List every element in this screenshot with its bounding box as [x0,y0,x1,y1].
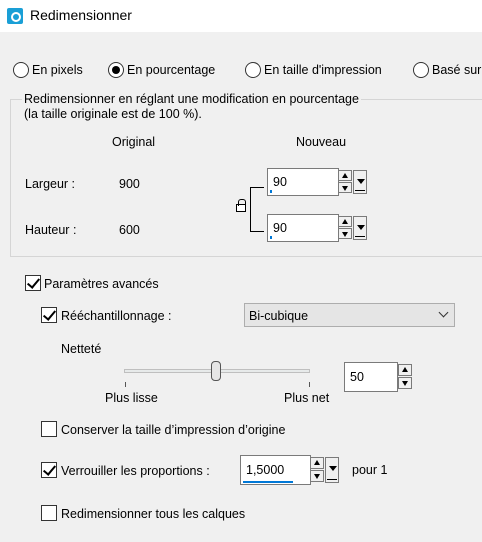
ratio-decrement-button[interactable] [310,470,324,482]
advanced-label[interactable]: Paramètres avancés [44,277,159,291]
height-new-field[interactable]: 90 [267,214,339,242]
height-decrement-button[interactable] [338,228,352,239]
radio-en-pixels-label[interactable]: En pixels [32,63,83,77]
radio-base-sur[interactable] [413,62,429,78]
radio-en-taille-impression[interactable] [245,62,261,78]
ratio-spinner[interactable] [310,457,324,483]
width-new-field[interactable]: 90 [267,168,339,196]
width-original-value: 900 [119,177,140,191]
slider-tick-min [125,382,126,387]
title-bar: Redimensionner [0,0,482,32]
ratio-field-underline [243,481,293,483]
sharpness-value: 50 [350,370,364,384]
column-new-header: Nouveau [296,135,347,149]
all-layers-checkbox[interactable] [41,505,57,521]
width-new-value: 90 [273,175,287,189]
slider-left-label: Plus lisse [105,391,158,405]
groupbox-caption-line1: Redimensionner en réglant une modificati… [24,92,359,106]
chevron-down-icon [438,307,449,318]
lock-bracket [250,187,251,232]
all-layers-label[interactable]: Redimensionner tous les calques [61,507,245,521]
radio-en-pixels[interactable] [13,62,29,78]
width-new-spinner[interactable] [338,170,352,194]
height-new-value: 90 [273,221,287,235]
sharpness-value-field[interactable]: 50 [344,362,398,392]
lock-bracket-top [250,187,264,188]
groupbox-caption: Redimensionner en réglant une modificati… [22,92,361,122]
sharpness-increment-button[interactable] [398,364,412,376]
resample-label[interactable]: Rééchantillonnage : [61,309,172,323]
width-increment-button[interactable] [338,170,352,181]
sharpness-slider-thumb[interactable] [211,361,221,381]
height-new-spinner[interactable] [338,216,352,240]
resample-checkbox[interactable] [41,307,57,323]
keep-print-size-checkbox[interactable] [41,421,57,437]
window-title: Redimensionner [30,7,132,23]
height-original-value: 600 [119,223,140,237]
slider-right-label: Plus net [284,391,330,405]
lock-ratio-checkbox[interactable] [41,462,57,478]
radio-en-pourcentage[interactable] [108,62,124,78]
lock-icon[interactable] [236,199,246,212]
radio-en-taille-impression-label[interactable]: En taille d'impression [264,63,382,77]
height-new-cursor [270,236,272,239]
width-dropdown-button[interactable] [353,170,367,194]
advanced-checkbox[interactable] [25,275,41,291]
sharpness-label: Netteté [61,342,102,356]
column-original-header: Original [112,135,156,149]
height-increment-button[interactable] [338,216,352,227]
resample-method-value: Bi-cubique [249,309,309,323]
ratio-value: 1,5000 [246,463,285,477]
sharpness-decrement-button[interactable] [398,377,412,389]
lock-ratio-label[interactable]: Verrouiller les proportions : [61,464,210,478]
keep-print-size-label[interactable]: Conserver la taille d’impression d’origi… [61,423,285,437]
radio-en-pourcentage-label[interactable]: En pourcentage [127,63,215,77]
sharpness-spinner[interactable] [398,364,412,390]
height-dropdown-button[interactable] [353,216,367,240]
width-decrement-button[interactable] [338,182,352,193]
percentage-groupbox [10,99,482,257]
resample-method-select[interactable]: Bi-cubique [244,303,455,327]
ratio-increment-button[interactable] [310,457,324,469]
width-label: Largeur : [25,177,76,191]
height-label: Hauteur : [25,223,77,237]
slider-tick-max [309,382,310,387]
ratio-dropdown-button[interactable] [325,457,339,483]
width-new-cursor [270,190,272,193]
ratio-suffix-label: pour 1 [352,463,388,477]
lock-bracket-bottom [250,231,264,232]
groupbox-caption-line2: (la taille originale est de 100 %). [24,107,202,121]
app-icon [7,8,23,24]
radio-base-sur-label[interactable]: Basé sur [432,63,481,77]
